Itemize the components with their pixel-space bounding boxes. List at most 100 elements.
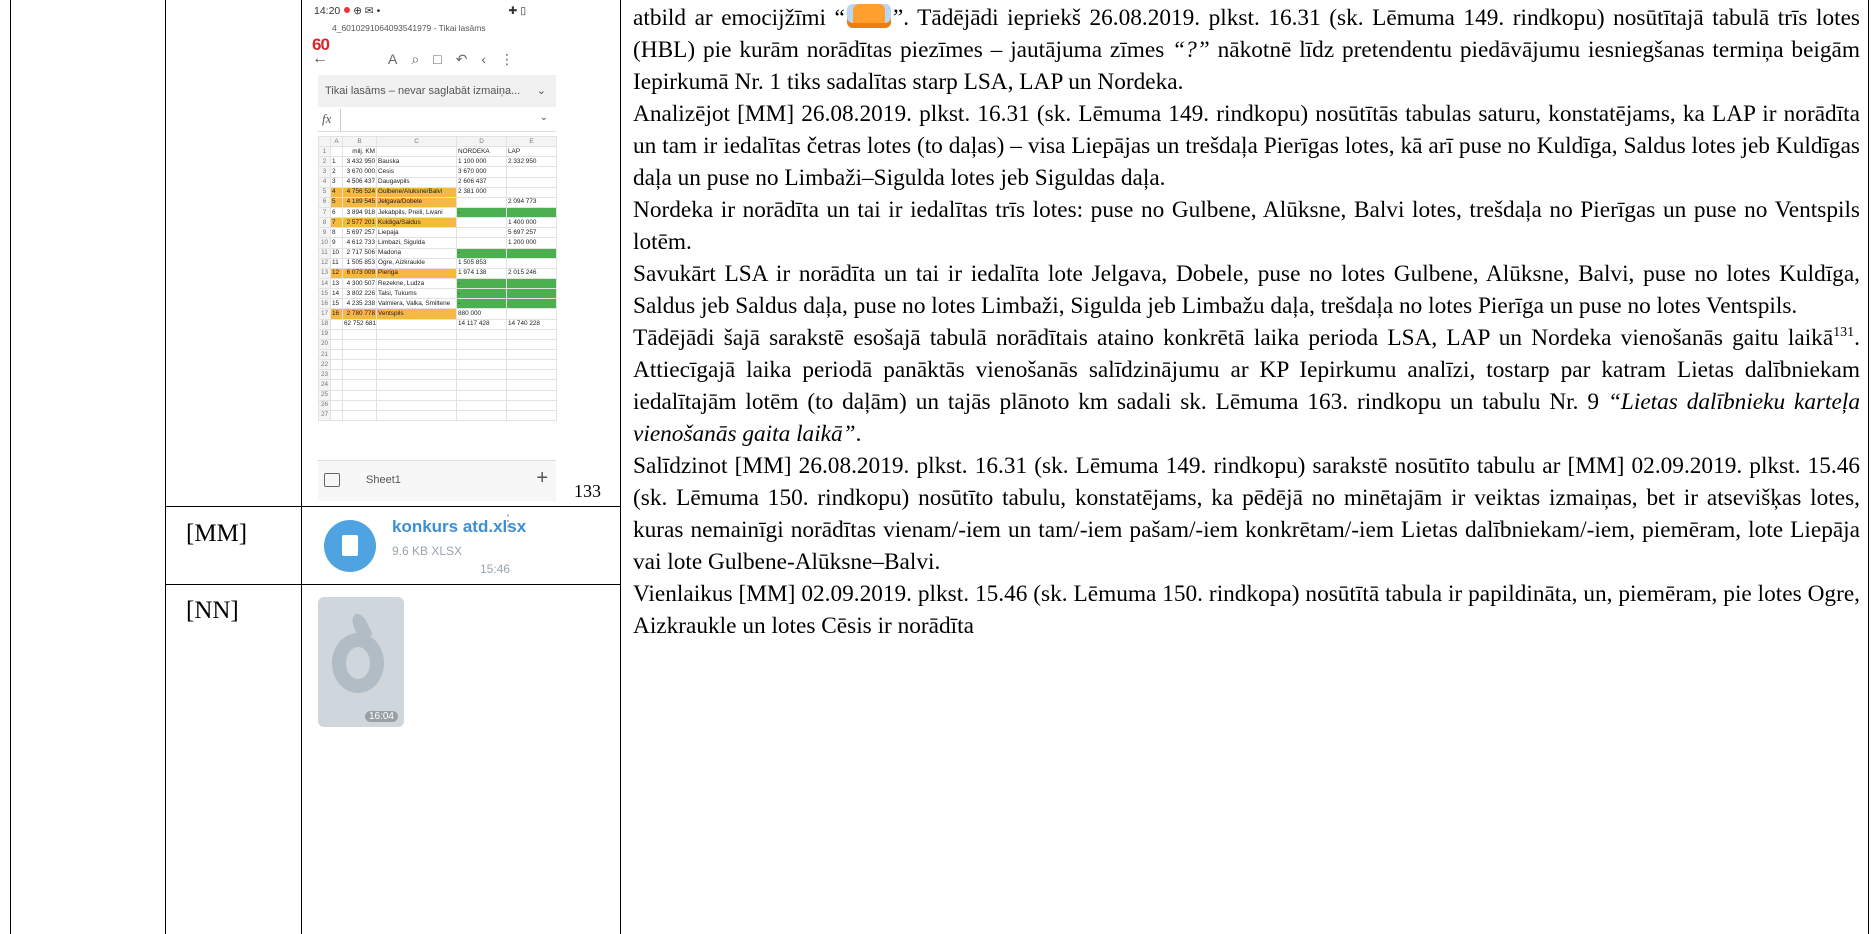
- row-number[interactable]: 19: [318, 328, 331, 340]
- sheet-cell[interactable]: 14 117 428: [456, 318, 507, 330]
- sheet-cell[interactable]: 3: [330, 176, 343, 188]
- sheet-cell[interactable]: [330, 409, 343, 421]
- row-number[interactable]: 22: [318, 359, 331, 371]
- sheet-cell[interactable]: 4 189 545: [342, 196, 377, 208]
- sheet-cell[interactable]: Limbazi, Sigulda: [376, 237, 457, 249]
- sheet-cell[interactable]: [342, 338, 377, 350]
- column-header[interactable]: E: [506, 135, 557, 148]
- sheet-cell[interactable]: Gulbene/Aluksne/Balvi: [376, 186, 457, 198]
- sheet-cell[interactable]: 5: [330, 196, 343, 208]
- sheet-cell[interactable]: [342, 328, 377, 340]
- sheet-cell[interactable]: 2 606 437: [456, 176, 507, 188]
- row-number[interactable]: 10: [318, 237, 331, 249]
- sheet-list-icon[interactable]: [324, 473, 340, 487]
- sheet-cell[interactable]: 11: [330, 257, 343, 269]
- sheet-cell[interactable]: [456, 409, 507, 421]
- sheet-cell[interactable]: Pieriga: [376, 267, 457, 279]
- sheet-cell[interactable]: [342, 348, 377, 361]
- row-number[interactable]: 26: [318, 399, 331, 411]
- row-number[interactable]: 13: [318, 267, 331, 279]
- row-number[interactable]: 18: [318, 318, 331, 330]
- sheet-cell[interactable]: 1 505 853: [456, 257, 507, 269]
- sheet-cell[interactable]: 5 697 257: [342, 227, 377, 239]
- sheet-cell[interactable]: 14: [330, 288, 343, 300]
- sheet-cell[interactable]: [376, 369, 457, 381]
- sheet-cell[interactable]: 880 000: [456, 308, 507, 320]
- sheet-cell[interactable]: [330, 369, 343, 381]
- sheet-cell[interactable]: 2 577 201: [342, 217, 377, 229]
- sheet-cell[interactable]: [506, 348, 557, 361]
- sheet-cell[interactable]: [376, 338, 457, 350]
- sheet-cell[interactable]: Bauska: [376, 156, 457, 168]
- sheet-cell[interactable]: 7: [330, 217, 343, 229]
- sheet-cell[interactable]: milj. KM: [342, 146, 377, 158]
- sheet-cell[interactable]: [506, 277, 557, 290]
- sheet-cell[interactable]: [506, 176, 557, 188]
- sheet-cell[interactable]: 14 740 228: [506, 318, 557, 330]
- sheet-cell[interactable]: [376, 389, 457, 401]
- sheet-cell[interactable]: 4 235 238: [342, 298, 377, 310]
- sheet-cell[interactable]: 3 432 950: [342, 156, 377, 168]
- row-number[interactable]: 21: [318, 348, 331, 361]
- document-icon[interactable]: [324, 520, 376, 572]
- sheet-cell[interactable]: [330, 359, 343, 371]
- row-number[interactable]: 24: [318, 379, 331, 391]
- sheet-cell[interactable]: [506, 206, 557, 219]
- sheet-cell[interactable]: 5 697 257: [506, 227, 557, 239]
- row-number[interactable]: 1: [318, 146, 331, 158]
- sheet-cell[interactable]: Kuldiga/Saldus: [376, 217, 457, 229]
- sheet-cell[interactable]: [506, 409, 557, 421]
- sheet-cell[interactable]: [456, 369, 507, 381]
- formula-bar[interactable]: fx ⌄: [318, 109, 556, 132]
- sheet-cell[interactable]: Talsi, Tukums: [376, 288, 457, 300]
- sheet-cell[interactable]: [376, 328, 457, 340]
- sheet-cell[interactable]: 3 802 226: [342, 288, 377, 300]
- column-header[interactable]: A: [330, 135, 343, 148]
- sheet-cell[interactable]: 10: [330, 247, 343, 259]
- sheet-cell[interactable]: [376, 409, 457, 421]
- sheet-cell[interactable]: 2 780 778: [342, 308, 377, 320]
- sheet-cell[interactable]: [506, 389, 557, 401]
- row-number[interactable]: 27: [318, 409, 331, 421]
- sheet-cell[interactable]: -: [456, 247, 507, 259]
- sheet-cell[interactable]: 1 200 000: [506, 237, 557, 249]
- sheet-cell[interactable]: [456, 196, 507, 208]
- sheet-cell[interactable]: LAP: [506, 146, 557, 158]
- sheet-cell[interactable]: 2 381 000: [456, 186, 507, 198]
- sheet-cell[interactable]: Valmiera, Valka, Smiltene: [376, 298, 457, 310]
- sheet-cell[interactable]: [506, 186, 557, 198]
- sheet-cell[interactable]: NORDEKA: [456, 146, 507, 158]
- sheet-cell[interactable]: 4 612 733: [342, 237, 377, 249]
- sheet-cell[interactable]: [456, 217, 507, 229]
- sheet-cell[interactable]: [456, 227, 507, 239]
- sheet-cell[interactable]: [506, 247, 557, 259]
- row-number[interactable]: 11: [318, 247, 331, 259]
- read-only-banner[interactable]: Tikai lasāms – nevar saglabāt izmaiņa...…: [318, 75, 556, 107]
- row-number[interactable]: 4: [318, 176, 331, 188]
- sheet-cell[interactable]: 9: [330, 237, 343, 249]
- sheet-cell[interactable]: [506, 328, 557, 340]
- sheet-cell[interactable]: 1 100 000: [456, 156, 507, 168]
- sheet-tab[interactable]: Sheet1: [366, 474, 401, 486]
- sheet-cell[interactable]: [330, 338, 343, 350]
- sheet-cell[interactable]: [506, 399, 557, 411]
- sheet-cell[interactable]: [506, 369, 557, 381]
- chevron-down-icon[interactable]: ⌄: [537, 75, 546, 107]
- row-number[interactable]: 2: [318, 156, 331, 168]
- sheet-cell[interactable]: [330, 328, 343, 340]
- row-number[interactable]: 6: [318, 196, 331, 208]
- row-number[interactable]: 15: [318, 288, 331, 300]
- sheet-cell[interactable]: [342, 369, 377, 381]
- row-number[interactable]: 9: [318, 227, 331, 239]
- sheet-cell[interactable]: [342, 399, 377, 411]
- sheet-cell[interactable]: Rezekne, Ludza: [376, 277, 457, 290]
- sheet-cell[interactable]: [456, 237, 507, 249]
- sheet-cell[interactable]: [456, 338, 507, 350]
- sheet-cell[interactable]: [456, 379, 507, 391]
- sheet-cell[interactable]: [342, 379, 377, 391]
- sheet-cell[interactable]: [342, 409, 377, 421]
- chevron-down-icon[interactable]: ⌄: [540, 112, 548, 123]
- sheet-cell[interactable]: [376, 379, 457, 391]
- row-number[interactable]: 14: [318, 277, 331, 290]
- sheet-cell[interactable]: [506, 359, 557, 371]
